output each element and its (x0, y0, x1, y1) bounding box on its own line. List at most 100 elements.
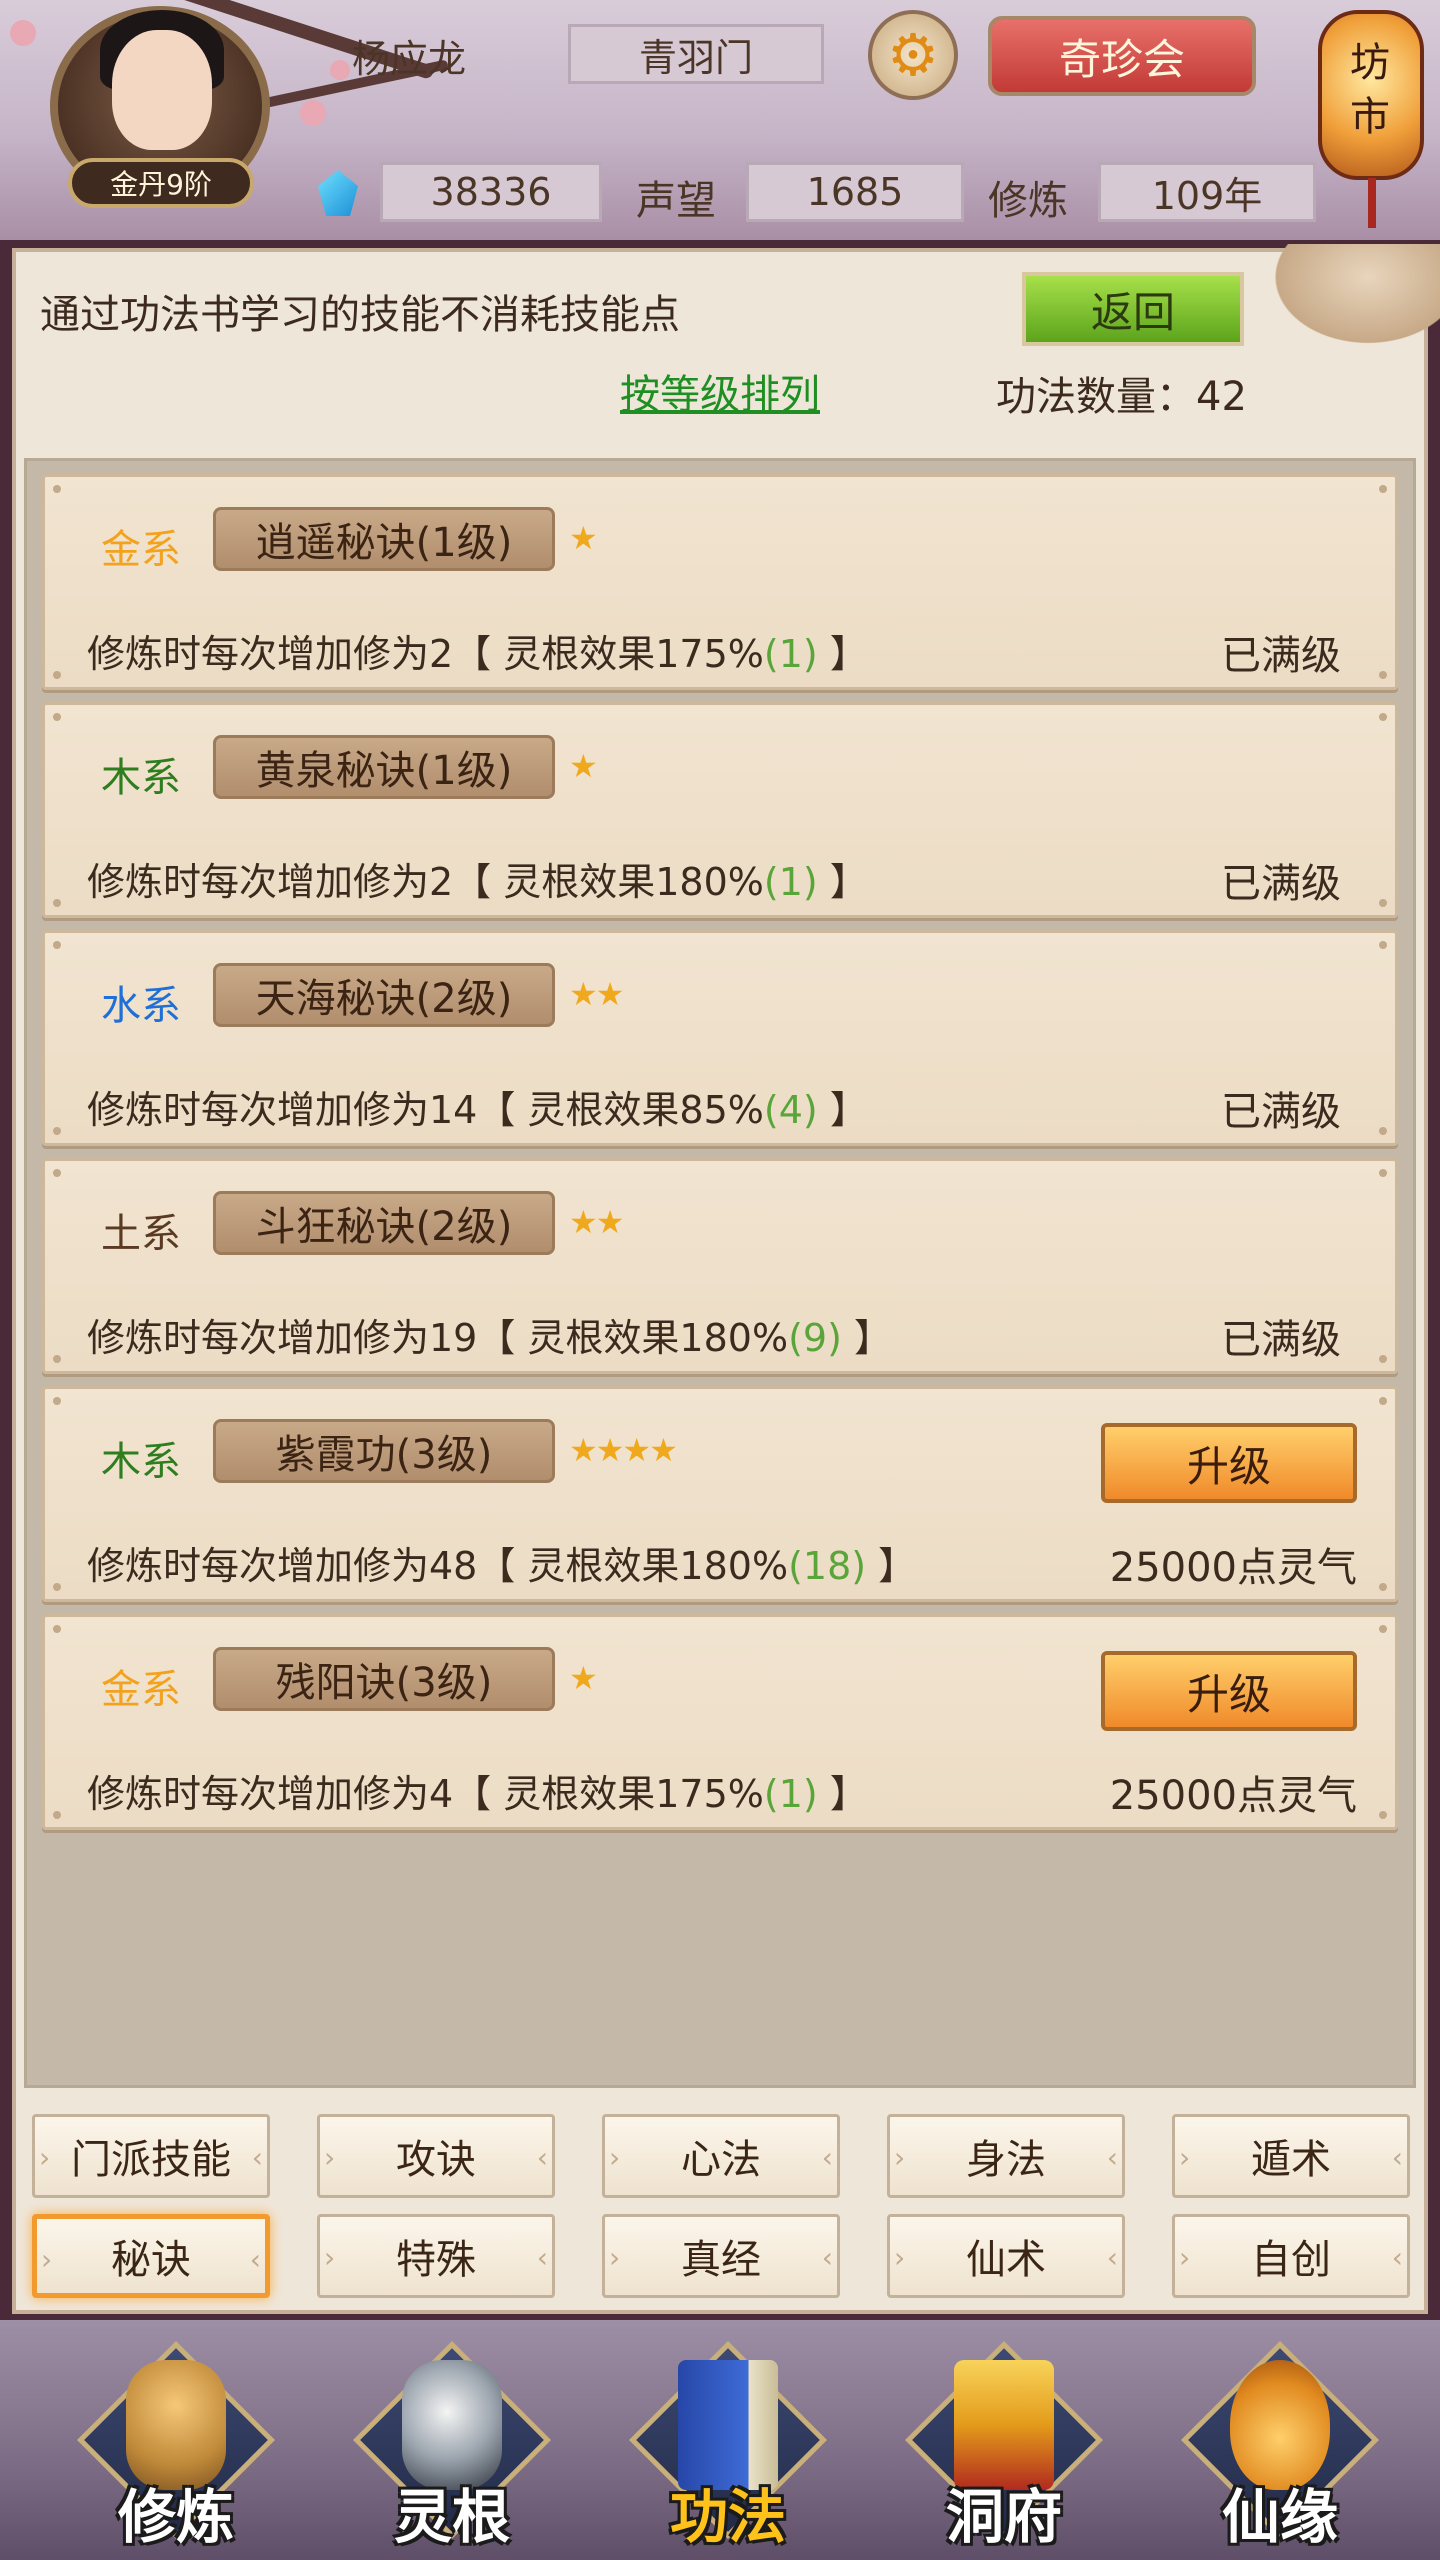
nav-label: 修炼 (117, 2483, 234, 2551)
nav-label: 洞府 (945, 2483, 1062, 2551)
nav-spirit-root[interactable]: 灵根 (352, 2340, 552, 2554)
tab-label: 心法 (681, 2137, 761, 2183)
blossom-decoration (330, 60, 350, 80)
chevron-left-icon: ‹ (1106, 2141, 1118, 2174)
upgrade-button[interactable]: 升级 (1101, 1651, 1357, 1731)
desc-text: 修炼时每次增加修为19【 灵根效果180% (87, 1316, 789, 1360)
desc-close: 】 (817, 1772, 868, 1816)
chevron-right-icon: › (894, 2141, 906, 2174)
tab-immortal-arts[interactable]: › 仙术 ‹ (887, 2214, 1125, 2298)
tab-scripture[interactable]: › 真经 ‹ (602, 2214, 840, 2298)
tab-self-created[interactable]: › 自创 ‹ (1172, 2214, 1410, 2298)
element-label: 木系 (101, 755, 181, 801)
blossom-decoration (300, 100, 326, 126)
desc-text: 修炼时每次增加修为2【 灵根效果175% (87, 632, 764, 676)
chevron-left-icon: ‹ (536, 2241, 548, 2274)
nav-label: 功法 (669, 2483, 786, 2551)
upgrade-button[interactable]: 升级 (1101, 1423, 1357, 1503)
sort-by-level-link[interactable]: 按等级排列 (620, 362, 820, 420)
chevron-right-icon: › (41, 2243, 53, 2276)
element-label: 土系 (101, 1211, 181, 1257)
rivet (1379, 671, 1387, 679)
desc-count: (4) (763, 1088, 818, 1132)
treasure-fair-button[interactable]: 奇珍会 (988, 16, 1256, 96)
skill-description: 修炼时每次增加修为48【 灵根效果180%(18) 】 (87, 1535, 916, 1590)
chevron-left-icon: ‹ (1106, 2241, 1118, 2274)
element-label: 水系 (101, 983, 181, 1029)
rivet (53, 1397, 61, 1405)
tab-mind[interactable]: › 心法 ‹ (602, 2114, 840, 2198)
rivet (1379, 1811, 1387, 1819)
tab-secret-arts[interactable]: › 秘诀 ‹ (32, 2214, 270, 2298)
skill-card: 木系 紫霞功(3级) ★★★★ 修炼时每次增加修为48【 灵根效果180%(18… (42, 1386, 1398, 1602)
rivet (1379, 713, 1387, 721)
element-label: 金系 (101, 527, 181, 573)
star-rating: ★★ (569, 1203, 624, 1241)
skill-name: 紫霞功(3级) (213, 1419, 555, 1483)
desc-count: (9) (788, 1316, 842, 1360)
desc-close: 】 (817, 632, 868, 676)
nav-immortal-fate[interactable]: 仙缘 (1180, 2340, 1380, 2554)
tab-label: 秘诀 (111, 2237, 191, 2283)
rivet (53, 941, 61, 949)
upgrade-cost: 25000点灵气 (1109, 1773, 1357, 1819)
nav-techniques[interactable]: 功法 (628, 2340, 828, 2554)
avatar-face (112, 30, 212, 150)
skill-card: 木系 黄泉秘诀(1级) ★ 修炼时每次增加修为2【 灵根效果180%(1) 】 … (42, 702, 1398, 918)
max-level-status: 已满级 (1221, 1317, 1341, 1363)
star-rating: ★ (569, 747, 598, 785)
rivet (53, 713, 61, 721)
tab-label: 真经 (681, 2237, 761, 2283)
rivet (53, 899, 61, 907)
star-rating: ★ (569, 519, 598, 557)
chevron-left-icon: ‹ (249, 2243, 261, 2276)
nav-label: 灵根 (393, 2483, 510, 2551)
rivet (53, 1127, 61, 1135)
tab-label: 仙术 (966, 2237, 1046, 2283)
max-level-status: 已满级 (1221, 861, 1341, 907)
tab-attack[interactable]: › 攻诀 ‹ (317, 2114, 555, 2198)
rank-badge: 金丹9阶 (68, 158, 254, 208)
cloud-decoration (1260, 244, 1440, 354)
rivet (1379, 899, 1387, 907)
fame-label: 声望 (636, 178, 716, 224)
chevron-right-icon: › (324, 2141, 336, 2174)
sect-name: 青羽门 (568, 24, 824, 84)
desc-text: 修炼时每次增加修为48【 灵根效果180% (87, 1544, 789, 1588)
star-rating: ★ (569, 1659, 598, 1697)
skill-description: 修炼时每次增加修为2【 灵根效果180%(1) 】 (87, 851, 868, 906)
skill-card: 水系 天海秘诀(2级) ★★ 修炼时每次增加修为14【 灵根效果85%(4) 】… (42, 930, 1398, 1146)
chevron-left-icon: ‹ (821, 2241, 833, 2274)
chevron-left-icon: ‹ (536, 2141, 548, 2174)
skill-name: 逍遥秘诀(1级) (213, 507, 555, 571)
rivet (53, 1625, 61, 1633)
max-level-status: 已满级 (1221, 1089, 1341, 1135)
max-level-status: 已满级 (1221, 633, 1341, 679)
rivet (1379, 1397, 1387, 1405)
rivet (53, 671, 61, 679)
chevron-right-icon: › (1179, 2141, 1191, 2174)
chevron-right-icon: › (39, 2141, 51, 2174)
settings-gear-icon[interactable]: ⚙ (868, 10, 958, 100)
desc-count: (1) (763, 1772, 818, 1816)
nav-cave-dwelling[interactable]: 洞府 (904, 2340, 1104, 2554)
chevron-right-icon: › (894, 2241, 906, 2274)
skill-description: 修炼时每次增加修为4【 灵根效果175%(1) 】 (87, 1763, 868, 1818)
tab-escape[interactable]: › 遁术 ‹ (1172, 2114, 1410, 2198)
skill-description: 修炼时每次增加修为14【 灵根效果85%(4) 】 (87, 1079, 868, 1134)
desc-close: 】 (841, 1316, 892, 1360)
tab-special[interactable]: › 特殊 ‹ (317, 2214, 555, 2298)
rivet (53, 1583, 61, 1591)
tab-sect-skills[interactable]: › 门派技能 ‹ (32, 2114, 270, 2198)
rivet (1379, 1583, 1387, 1591)
nav-cultivate[interactable]: 修炼 (76, 2340, 276, 2554)
lantern-tassel (1368, 178, 1376, 228)
tab-movement[interactable]: › 身法 ‹ (887, 2114, 1125, 2198)
skill-card: 金系 残阳诀(3级) ★ 修炼时每次增加修为4【 灵根效果175%(1) 】 升… (42, 1614, 1398, 1830)
back-button[interactable]: 返回 (1022, 272, 1244, 346)
gem-count: 38336 (380, 162, 602, 222)
info-text: 通过功法书学习的技能不消耗技能点 (40, 292, 680, 338)
chevron-left-icon: ‹ (251, 2141, 263, 2174)
skill-name: 残阳诀(3级) (213, 1647, 555, 1711)
chevron-right-icon: › (324, 2241, 336, 2274)
